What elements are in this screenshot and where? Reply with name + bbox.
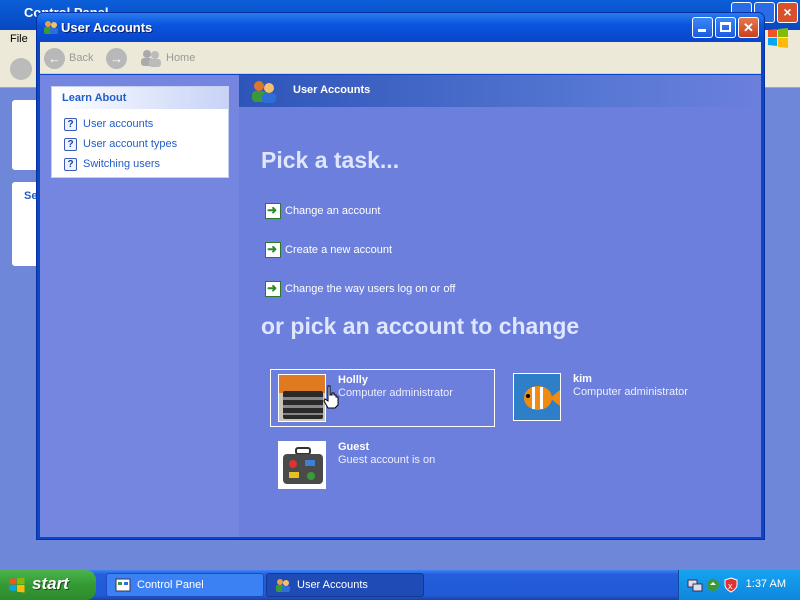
account-tile-guest[interactable]: Guest Guest account is on [278,441,498,493]
help-icon: ? [64,117,77,131]
hand-cursor-icon [323,385,339,409]
maximize-icon [720,22,731,32]
learn-link-user-accounts[interactable]: ? User accounts [52,114,228,134]
navigation-toolbar: ← Back → Home [40,42,761,74]
learn-about-panel: Learn About ? User accounts ? User accou… [51,86,229,178]
background-back-button[interactable] [10,58,32,80]
background-close-button[interactable]: × [777,2,798,23]
user-accounts-window: User Accounts ✕ ← Back → Home Learn Abou… [36,12,765,540]
back-label: Back [69,52,94,64]
menu-file[interactable]: File [10,33,28,45]
system-tray: x 1:37 AM [678,570,800,600]
main-panel: User Accounts Pick a task... Change an a… [239,75,761,537]
pick-account-heading: or pick an account to change [261,313,580,339]
account-type: Computer administrator [338,387,453,399]
clock[interactable]: 1:37 AM [746,578,786,590]
taskbar-button-user-accounts[interactable]: User Accounts [266,573,424,597]
pick-task-heading: Pick a task... [261,147,400,173]
user-accounts-header: User Accounts [239,75,761,107]
forward-button[interactable]: → [106,47,127,69]
window-content: Learn About ? User accounts ? User accou… [40,75,761,537]
task-label: Create a new account [285,244,393,256]
task-change-account[interactable]: Change an account [265,203,380,219]
forward-arrow-icon: → [106,47,127,69]
account-name: Hollly [338,374,368,386]
account-info: kim Computer administrator [573,373,688,425]
account-name: kim [573,373,592,385]
learn-link-switching-users[interactable]: ? Switching users [52,154,228,174]
help-icon: ? [64,137,77,151]
learn-link-label: User accounts [83,118,154,130]
close-button[interactable]: ✕ [738,17,759,38]
green-arrow-icon [265,203,281,219]
help-icon: ? [64,157,77,171]
network-icon[interactable] [687,577,703,593]
green-arrow-icon [265,281,281,297]
learn-link-label: Switching users [83,158,161,170]
minimize-button[interactable] [692,17,713,38]
taskbar-button-label: Control Panel [137,579,204,591]
user-accounts-icon [276,579,290,592]
windows-logo-icon [768,28,788,48]
title-bar[interactable]: User Accounts ✕ [37,13,764,42]
learn-about-header: Learn About [52,87,228,109]
window-controls: ✕ [692,17,759,38]
fish-picture-icon [514,374,560,420]
windows-logo-icon [9,577,25,593]
svg-text:x: x [728,581,733,591]
update-icon[interactable] [705,577,721,593]
control-panel-icon [115,578,131,592]
home-users-icon [141,50,161,67]
taskbar-button-label: User Accounts [297,579,368,591]
account-tile-hollly[interactable]: Hollly Computer administrator [270,369,495,427]
task-label: Change an account [285,205,381,217]
taskbar-button-control-panel[interactable]: Control Panel [106,573,264,597]
task-label: Change the way users log on or off [285,283,456,295]
back-button[interactable]: ← Back [44,47,93,69]
close-icon: ✕ [743,20,754,35]
sidebar: Learn About ? User accounts ? User accou… [40,75,239,537]
account-info: Hollly Computer administrator [338,374,453,422]
task-create-account[interactable]: Create a new account [265,242,392,258]
account-tile-kim[interactable]: kim Computer administrator [513,373,733,425]
account-type: Computer administrator [573,386,688,398]
avatar-guest [278,441,326,489]
suitcase-picture-icon [279,442,325,488]
start-button[interactable]: start [0,570,96,600]
header-title: User Accounts [293,84,371,96]
account-info: Guest Guest account is on [338,441,435,493]
maximize-button[interactable] [715,17,736,38]
security-shield-icon[interactable]: x [723,577,739,593]
user-accounts-icon [252,81,276,103]
window-title: User Accounts [61,20,153,35]
guitar-picture-icon [279,375,325,421]
start-label: start [32,574,69,593]
back-arrow-icon: ← [44,47,65,69]
account-type: Guest account is on [338,454,436,466]
learn-link-user-account-types[interactable]: ? User account types [52,134,228,154]
avatar-hollly [278,374,326,422]
account-name: Guest [338,441,370,453]
learn-link-label: User account types [83,138,178,150]
home-label: Home [166,52,196,64]
task-change-logon[interactable]: Change the way users log on or off [265,281,455,297]
home-button[interactable]: Home [140,47,195,69]
user-accounts-icon [44,21,58,34]
minimize-icon [698,29,706,32]
taskbar: start Control Panel User Accounts x 1:37… [0,570,800,600]
avatar-kim [513,373,561,421]
green-arrow-icon [265,242,281,258]
